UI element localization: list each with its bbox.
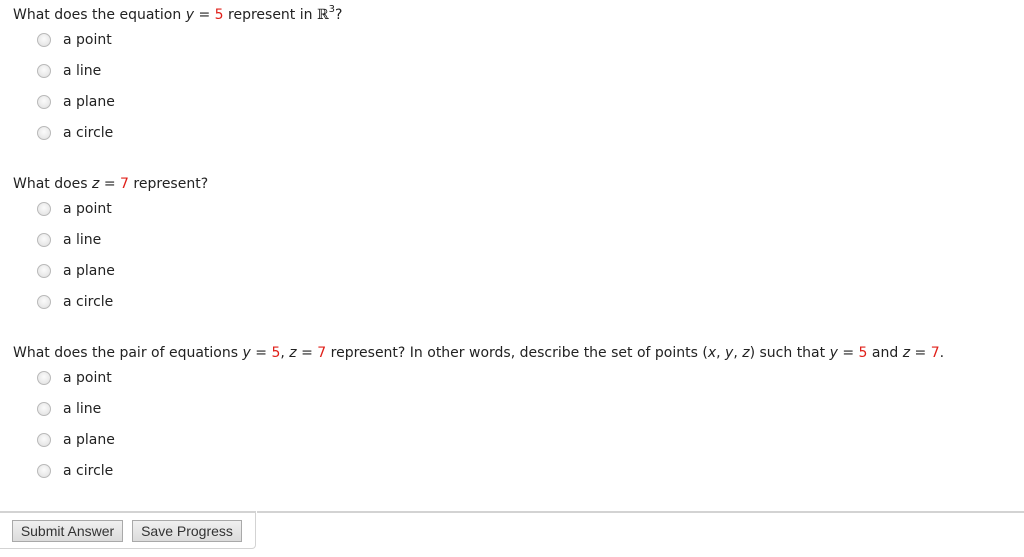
question-3-text: What does the pair of equations y = 5, z… <box>13 344 944 362</box>
option-label[interactable]: a point <box>63 200 112 218</box>
question-2-options: a point a line a plane a circle <box>13 193 208 317</box>
radio-button[interactable] <box>37 63 51 78</box>
radio-button[interactable] <box>37 463 51 478</box>
question-2-text: What does z = 7 represent? <box>13 175 208 193</box>
footer-divider <box>257 511 1024 513</box>
variable: y <box>829 345 838 361</box>
option-item[interactable]: a line <box>13 224 208 255</box>
question-text-segment: represent? <box>128 176 209 192</box>
radio-button[interactable] <box>37 232 51 247</box>
separator: , <box>716 345 726 361</box>
highlighted-number: 7 <box>930 345 940 361</box>
equals-sign: = <box>837 345 859 361</box>
equals-sign: = <box>99 176 121 192</box>
radio-button[interactable] <box>37 32 51 47</box>
variable: z <box>902 345 911 361</box>
question-text-segment: represent? In other words, describe the … <box>326 345 708 361</box>
option-label[interactable]: a circle <box>63 293 113 311</box>
radio-button[interactable] <box>37 432 51 447</box>
option-item[interactable]: a circle <box>13 117 342 148</box>
question-2: What does z = 7 represent? a point a lin… <box>13 175 208 317</box>
option-label[interactable]: a point <box>63 369 112 387</box>
variable: z <box>289 345 297 361</box>
equals-sign: = <box>296 345 318 361</box>
question-3-options: a point a line a plane a circle <box>13 362 944 486</box>
option-item[interactable]: a point <box>13 193 208 224</box>
option-label[interactable]: a line <box>63 231 101 249</box>
option-label[interactable]: a line <box>63 62 101 80</box>
option-item[interactable]: a point <box>13 24 342 55</box>
radio-button[interactable] <box>37 294 51 309</box>
highlighted-number: 7 <box>317 345 327 361</box>
option-label[interactable]: a point <box>63 31 112 49</box>
question-1-text: What does the equation y = 5 represent i… <box>13 4 343 24</box>
variable: y <box>242 345 251 361</box>
option-label[interactable]: a plane <box>63 93 115 111</box>
radio-button[interactable] <box>37 201 51 216</box>
submit-answer-button[interactable]: Submit Answer <box>12 520 123 542</box>
equals-sign: = <box>194 7 215 23</box>
variable: y <box>185 7 194 23</box>
radio-button[interactable] <box>37 263 51 278</box>
option-item[interactable]: a line <box>13 393 944 424</box>
option-item[interactable]: a point <box>13 362 944 393</box>
option-item[interactable]: a circle <box>13 286 208 317</box>
highlighted-number: 7 <box>120 176 129 192</box>
variable: x <box>707 345 717 361</box>
equals-sign: = <box>250 345 272 361</box>
option-item[interactable]: a plane <box>13 424 944 455</box>
exponent: 3 <box>328 4 335 16</box>
question-text-segment: ) such that <box>749 345 830 361</box>
radio-button[interactable] <box>37 401 51 416</box>
question-text-segment: What does <box>13 176 93 192</box>
option-label[interactable]: a line <box>63 400 101 418</box>
option-item[interactable]: a circle <box>13 455 944 486</box>
option-label[interactable]: a circle <box>63 124 113 142</box>
variable: z <box>742 345 750 361</box>
question-text-segment: . <box>939 345 945 361</box>
option-item[interactable]: a line <box>13 55 342 86</box>
separator: , <box>280 345 290 361</box>
equals-sign: = <box>910 345 931 361</box>
question-3: What does the pair of equations y = 5, z… <box>13 344 944 486</box>
real-numbers-symbol: ℝ <box>316 7 329 23</box>
highlighted-number: 5 <box>214 7 224 23</box>
question-text-segment: represent in <box>223 7 317 23</box>
option-item[interactable]: a plane <box>13 86 342 117</box>
save-progress-button[interactable]: Save Progress <box>132 520 242 542</box>
option-label[interactable]: a plane <box>63 431 115 449</box>
separator: , <box>733 345 743 361</box>
question-1-options: a point a line a plane a circle <box>13 24 342 148</box>
option-label[interactable]: a circle <box>63 462 113 480</box>
option-item[interactable]: a plane <box>13 255 208 286</box>
radio-button[interactable] <box>37 94 51 109</box>
question-text-segment: What does the pair of equations <box>13 345 243 361</box>
radio-button[interactable] <box>37 125 51 140</box>
question-text-segment: and <box>867 345 903 361</box>
option-label[interactable]: a plane <box>63 262 115 280</box>
question-text-segment: What does the equation <box>13 7 186 23</box>
question-1: What does the equation y = 5 represent i… <box>13 4 343 148</box>
radio-button[interactable] <box>37 370 51 385</box>
question-text-segment: ? <box>334 7 343 23</box>
